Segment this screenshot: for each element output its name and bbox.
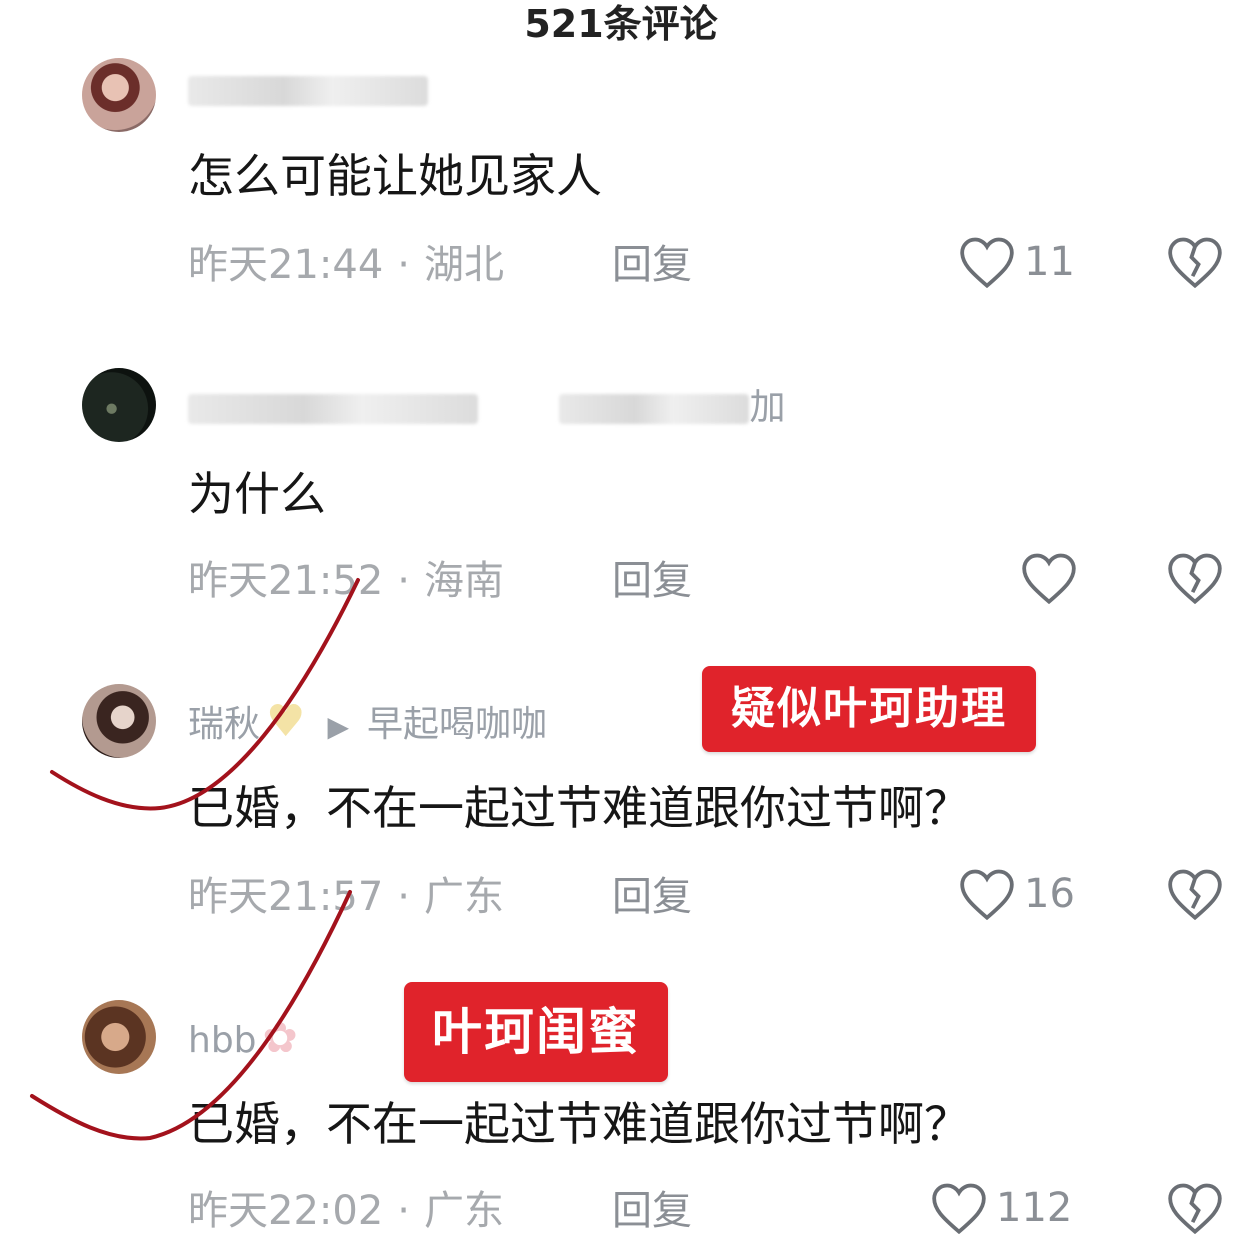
like-button[interactable]: 16 (958, 868, 1075, 920)
heart-icon (1022, 553, 1076, 604)
heart-icon (960, 869, 1014, 920)
reply-to-username: 早起喝咖咖 (367, 704, 548, 745)
reply-button[interactable]: 回复 (612, 556, 692, 606)
avatar[interactable] (82, 368, 156, 442)
reply-arrow-icon: ▶ (327, 710, 350, 743)
flower-emoji-icon: ✿ (262, 1013, 298, 1062)
broken-heart-icon[interactable] (1166, 868, 1224, 920)
broken-heart-icon[interactable] (1166, 1182, 1224, 1234)
comment-text: 为什么 (188, 467, 326, 521)
heart-icon (932, 1183, 986, 1234)
comment-meta: 昨天21:57 · 广东 (188, 874, 504, 920)
annotation-tag: 叶珂闺蜜 (404, 982, 668, 1082)
username[interactable]: 瑞秋 ♥ ▶ 早起喝咖咖 (188, 700, 547, 749)
comment-time: 昨天21:52 (188, 558, 384, 604)
comment-text: 已婚，不在一起过节难道跟你过节啊？ (188, 1097, 970, 1151)
broken-heart-icon[interactable] (1166, 552, 1224, 604)
comment-text: 已婚，不在一起过节难道跟你过节啊？ (188, 781, 970, 835)
comment-location: 海南 (424, 558, 504, 604)
username-blurred[interactable]: 加 (188, 386, 785, 430)
reply-button[interactable]: 回复 (612, 872, 692, 922)
avatar[interactable] (82, 1000, 156, 1074)
comment-location: 广东 (424, 874, 504, 920)
annotation-tag: 疑似叶珂助理 (702, 666, 1036, 752)
avatar[interactable] (82, 684, 156, 758)
comment-time: 昨天22:02 (188, 1188, 384, 1234)
like-button[interactable]: 112 (930, 1182, 1072, 1234)
yellow-heart-emoji-icon: ♥ (266, 696, 306, 747)
reply-button[interactable]: 回复 (612, 1186, 692, 1236)
like-count: 16 (1024, 871, 1075, 917)
comment-time: 昨天21:57 (188, 874, 384, 920)
comment-location: 广东 (424, 1188, 504, 1234)
like-count: 112 (996, 1185, 1073, 1231)
comment-meta: 昨天22:02 · 广东 (188, 1188, 504, 1234)
comment-meta: 昨天21:52 · 海南 (188, 558, 504, 604)
like-button[interactable] (1020, 552, 1086, 604)
username[interactable]: hbb ✿ (188, 1016, 298, 1063)
comment-item: hbb ✿ 叶珂闺蜜 已婚，不在一起过节难道跟你过节啊？ 昨天22:02 · 广东 回… (0, 0, 1242, 1234)
